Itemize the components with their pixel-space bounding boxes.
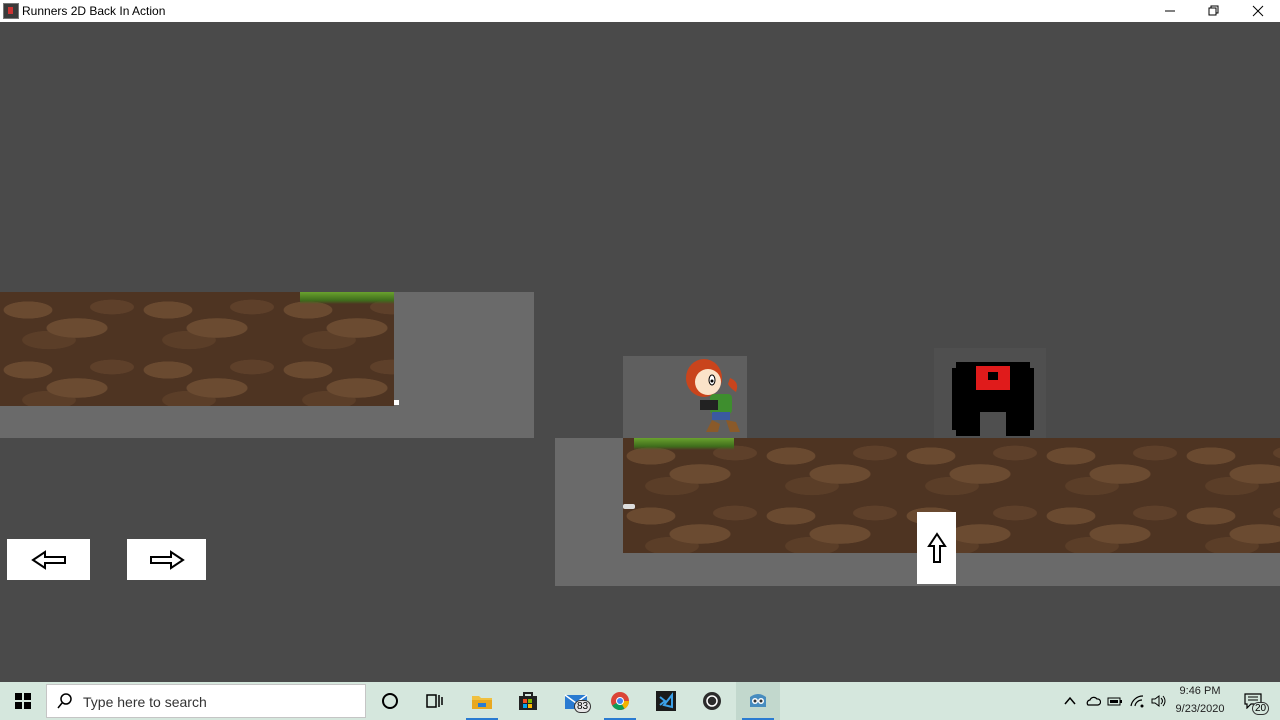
up-arrow-icon (926, 532, 947, 563)
game-canvas[interactable] (0, 22, 1280, 682)
action-center-button[interactable]: 20 (1236, 682, 1270, 720)
mail-button[interactable]: 83 (552, 682, 600, 720)
cortana-icon (382, 693, 398, 709)
chrome-icon (611, 692, 629, 711)
wifi-icon (1130, 695, 1144, 708)
wifi-button[interactable] (1126, 682, 1148, 720)
search-box[interactable]: Type here to search (46, 684, 366, 718)
left-grass-edge (300, 292, 394, 304)
start-button[interactable] (0, 682, 46, 720)
windows-start-icon (15, 693, 31, 709)
file-explorer-icon (472, 696, 492, 709)
close-button[interactable] (1236, 0, 1280, 22)
cloud-icon (1086, 696, 1101, 706)
right-arrow-icon (149, 549, 185, 570)
move-left-button[interactable] (7, 539, 90, 580)
battery-icon (1107, 697, 1122, 706)
clock-time[interactable]: 9:46 PM (1165, 685, 1235, 697)
store-button[interactable] (506, 682, 550, 720)
left-dirt-block (0, 292, 394, 406)
clock-date[interactable]: 9/23/2020 (1165, 703, 1235, 715)
bullet (623, 504, 635, 509)
chevron-up-icon (1064, 696, 1076, 705)
obs-icon (703, 692, 721, 710)
jump-button[interactable] (917, 512, 956, 584)
onedrive-button[interactable] (1082, 682, 1104, 720)
search-placeholder: Type here to search (83, 694, 207, 710)
godot-button[interactable] (736, 682, 780, 720)
chrome-button[interactable] (600, 682, 640, 720)
app-icon (3, 3, 19, 19)
window-title: Runners 2D Back In Action (22, 4, 166, 18)
tray-overflow-button[interactable] (1060, 682, 1080, 720)
file-explorer-button[interactable] (460, 682, 504, 720)
mail-badge: 83 (574, 700, 592, 713)
minimize-icon (1165, 10, 1175, 12)
task-view-button[interactable] (414, 682, 454, 720)
visual-studio-button[interactable] (644, 682, 688, 720)
cortana-button[interactable] (370, 682, 410, 720)
search-icon (57, 693, 72, 709)
godot-icon (750, 694, 766, 707)
store-icon (519, 692, 537, 710)
minimize-button[interactable] (1148, 0, 1192, 22)
left-arrow-icon (30, 549, 66, 570)
window-titlebar: Runners 2D Back In Action (0, 0, 1280, 22)
battery-button[interactable] (1104, 682, 1126, 720)
right-grass-edge (634, 438, 734, 450)
player-character (686, 359, 740, 432)
close-icon (1252, 5, 1264, 17)
obs-button[interactable] (690, 682, 734, 720)
notification-badge: 20 (1252, 702, 1270, 715)
taskbar: Type here to search 83 9:46 PM 9/23/2020… (0, 682, 1280, 720)
move-right-button[interactable] (127, 539, 206, 580)
enemy-robot (952, 362, 1034, 436)
restore-icon (1208, 5, 1219, 16)
restore-button[interactable] (1192, 0, 1236, 22)
task-view-icon (426, 694, 443, 708)
pickup-marker (394, 400, 399, 405)
visual-studio-icon (656, 691, 676, 711)
